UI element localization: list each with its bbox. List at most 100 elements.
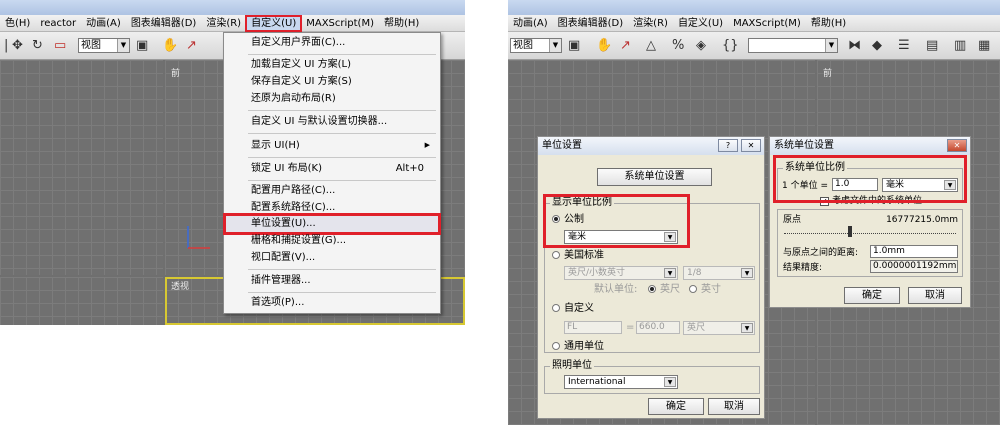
mirror-icon[interactable]: ⧓	[848, 38, 861, 54]
custom-name-input[interactable]: FL	[564, 321, 622, 334]
reference-coordinate-select[interactable]: 视图 ▼	[78, 38, 130, 53]
slider-knob[interactable]	[848, 226, 852, 237]
menu-item-configure-user-paths[interactable]: 配置用户路径(C)...	[224, 182, 440, 199]
chevron-down-icon: ▼	[664, 268, 676, 278]
pivot-icon[interactable]: ▣	[568, 38, 580, 54]
right-screenshot: 动画(A) 图表编辑器(D) 渲染(R) 自定义(U) MAXScript(M)…	[508, 0, 1000, 425]
cancel-button[interactable]: 取消	[708, 398, 760, 415]
menu-reactor[interactable]: reactor	[35, 16, 81, 31]
select-manipulate-icon[interactable]: ✋	[162, 38, 178, 54]
menu-animation[interactable]: 动画(A)	[508, 16, 553, 31]
custom-value-input[interactable]: 660.0	[636, 321, 680, 334]
layer-manager-icon[interactable]: ☰	[898, 38, 910, 54]
distance-label: 与原点之间的距离:	[783, 248, 859, 258]
ok-button[interactable]: 确定	[648, 398, 704, 415]
origin-label: 原点	[783, 215, 802, 225]
menu-animation[interactable]: 动画(A)	[81, 16, 126, 31]
viewport-bottom-left[interactable]	[0, 277, 163, 325]
named-selection-set-select[interactable]: ▼	[748, 38, 838, 53]
submenu-arrow-icon: ▶	[424, 141, 430, 149]
snap-3d-icon[interactable]: ↗	[186, 38, 197, 54]
named-selection-icon[interactable]: {}	[722, 38, 739, 54]
radio-icon	[552, 342, 560, 350]
menu-maxscript[interactable]: MAXScript(M)	[728, 16, 806, 31]
viewport-top-left[interactable]	[0, 60, 163, 275]
chevron-down-icon: ▼	[825, 39, 837, 52]
lighting-units-select[interactable]: International ▼	[564, 375, 678, 389]
menu-item-plugin-manager[interactable]: 插件管理器...	[224, 272, 440, 289]
left-screenshot: 色(H) reactor 动画(A) 图表编辑器(D) 渲染(R) 自定义(U)…	[0, 0, 465, 325]
menu-graph-editors[interactable]: 图表编辑器(D)	[553, 16, 629, 31]
dialog-title: 系统单位设置	[770, 137, 970, 155]
menu-item-revert-startup-layout[interactable]: 还原为启动布局(R)	[224, 90, 440, 107]
pivot-icon[interactable]: ▣	[136, 38, 148, 54]
inches-radio[interactable]: 英寸	[689, 284, 721, 296]
menu-item-customize-ui[interactable]: 自定义用户界面(C)...	[224, 34, 440, 51]
menu-bar: 色(H) reactor 动画(A) 图表编辑器(D) 渲染(R) 自定义(U)…	[0, 14, 465, 32]
highlight-box	[543, 194, 690, 248]
menu-item-viewport-configuration[interactable]: 视口配置(V)...	[224, 249, 440, 266]
menu-bar: 动画(A) 图表编辑器(D) 渲染(R) 自定义(U) MAXScript(M)…	[508, 15, 1000, 32]
menu-maxscript[interactable]: MAXScript(M)	[301, 16, 379, 31]
move-icon[interactable]: ✥	[12, 38, 23, 54]
origin-slider[interactable]	[784, 226, 956, 237]
distance-input[interactable]: 1.0mm	[870, 245, 958, 258]
menu-item-preferences[interactable]: 首选项(P)...	[224, 294, 440, 311]
snap-3d-icon[interactable]: ↗	[620, 38, 631, 54]
material-editor-icon[interactable]: ▦	[978, 38, 990, 54]
rotate-icon[interactable]: ↻	[32, 38, 43, 54]
menu-separator	[248, 110, 436, 111]
us-standard-unit-select[interactable]: 英尺/小数英寸 ▼	[564, 266, 678, 280]
ok-button[interactable]: 确定	[844, 287, 900, 304]
menu-help[interactable]: 帮助(H)	[379, 16, 424, 31]
cancel-button[interactable]: 取消	[908, 287, 962, 304]
highlight-box	[773, 155, 967, 203]
menu-item-save-ui-scheme[interactable]: 保存自定义 UI 方案(S)	[224, 73, 440, 90]
origin-value: 16777215.0mm	[886, 215, 958, 225]
custom-unit-select[interactable]: 英尺 ▼	[683, 321, 755, 335]
schematic-view-icon[interactable]: ▥	[954, 38, 966, 54]
default-units-label: 默认单位:	[594, 284, 638, 295]
menu-item-load-ui-scheme[interactable]: 加载自定义 UI 方案(L)	[224, 56, 440, 73]
menu-item-ui-defaults-switcher[interactable]: 自定义 UI 与默认设置切换器...	[224, 113, 440, 130]
us-fraction-select[interactable]: 1/8 ▼	[683, 266, 755, 280]
percent-snap-icon[interactable]: %	[672, 38, 684, 54]
menu-item-grid-snap-settings[interactable]: 栅格和捕捉设置(G)...	[224, 232, 440, 249]
scale-icon[interactable]: ▭	[54, 38, 66, 54]
system-unit-setup-button[interactable]: 系统单位设置	[597, 168, 712, 186]
spinner-snap-icon[interactable]: ◈	[696, 38, 706, 54]
menu-item-lock-ui-layout[interactable]: 锁定 UI 布局(K) Alt+0	[224, 160, 440, 177]
menu-item-show-ui[interactable]: 显示 UI(H) ▶	[224, 137, 440, 154]
menu-graph-editors[interactable]: 图表编辑器(D)	[126, 16, 202, 31]
viewport-label-front: 前	[823, 69, 833, 79]
curve-editor-icon[interactable]: ▤	[926, 38, 938, 54]
precision-value: 0.0000001192mm	[870, 260, 958, 273]
angle-snap-icon[interactable]: △	[646, 38, 656, 54]
custom-equals-label: =	[626, 322, 635, 333]
customize-dropdown-menu: 自定义用户界面(C)... 加载自定义 UI 方案(L) 保存自定义 UI 方案…	[223, 32, 441, 314]
axis-gizmo-icon	[187, 226, 210, 249]
us-standard-radio[interactable]: 美国标准	[552, 250, 604, 262]
close-icon[interactable]: ✕	[947, 139, 967, 152]
menu-separator	[248, 269, 436, 270]
generic-units-radio[interactable]: 通用单位	[552, 341, 604, 353]
close-icon[interactable]: ✕	[741, 139, 761, 152]
menu-item-units-setup[interactable]: 单位设置(U)...	[223, 213, 441, 235]
menu-customize[interactable]: 自定义(U)	[673, 16, 728, 31]
main-toolbar: 视图 ▼ ▣ ✋ ↗ △ % ◈ {} ▼ ⧓ ◆ ☰ ▤ ▥ ▦	[508, 32, 1000, 60]
feet-radio[interactable]: 英尺	[648, 284, 680, 296]
menu-rendering[interactable]: 渲染(R)	[628, 16, 673, 31]
align-icon[interactable]: ◆	[872, 38, 882, 54]
menu-rendering[interactable]: 渲染(R)	[201, 16, 246, 31]
units-setup-dialog: 单位设置 ? ✕ 系统单位设置 显示单位比例 公制 毫米 ▼ 美国标准 英尺/小数…	[537, 136, 765, 419]
menu-separator	[248, 133, 436, 134]
custom-radio[interactable]: 自定义	[552, 303, 594, 315]
chevron-down-icon: ▼	[741, 323, 753, 333]
menu-separator	[248, 180, 436, 181]
menu-help[interactable]: 帮助(H)	[806, 16, 851, 31]
help-icon[interactable]: ?	[718, 139, 738, 152]
menu-customize[interactable]: 自定义(U)	[245, 14, 303, 32]
select-manipulate-icon[interactable]: ✋	[596, 38, 612, 54]
menu-color[interactable]: 色(H)	[0, 16, 35, 31]
reference-coordinate-select[interactable]: 视图 ▼	[510, 38, 562, 53]
